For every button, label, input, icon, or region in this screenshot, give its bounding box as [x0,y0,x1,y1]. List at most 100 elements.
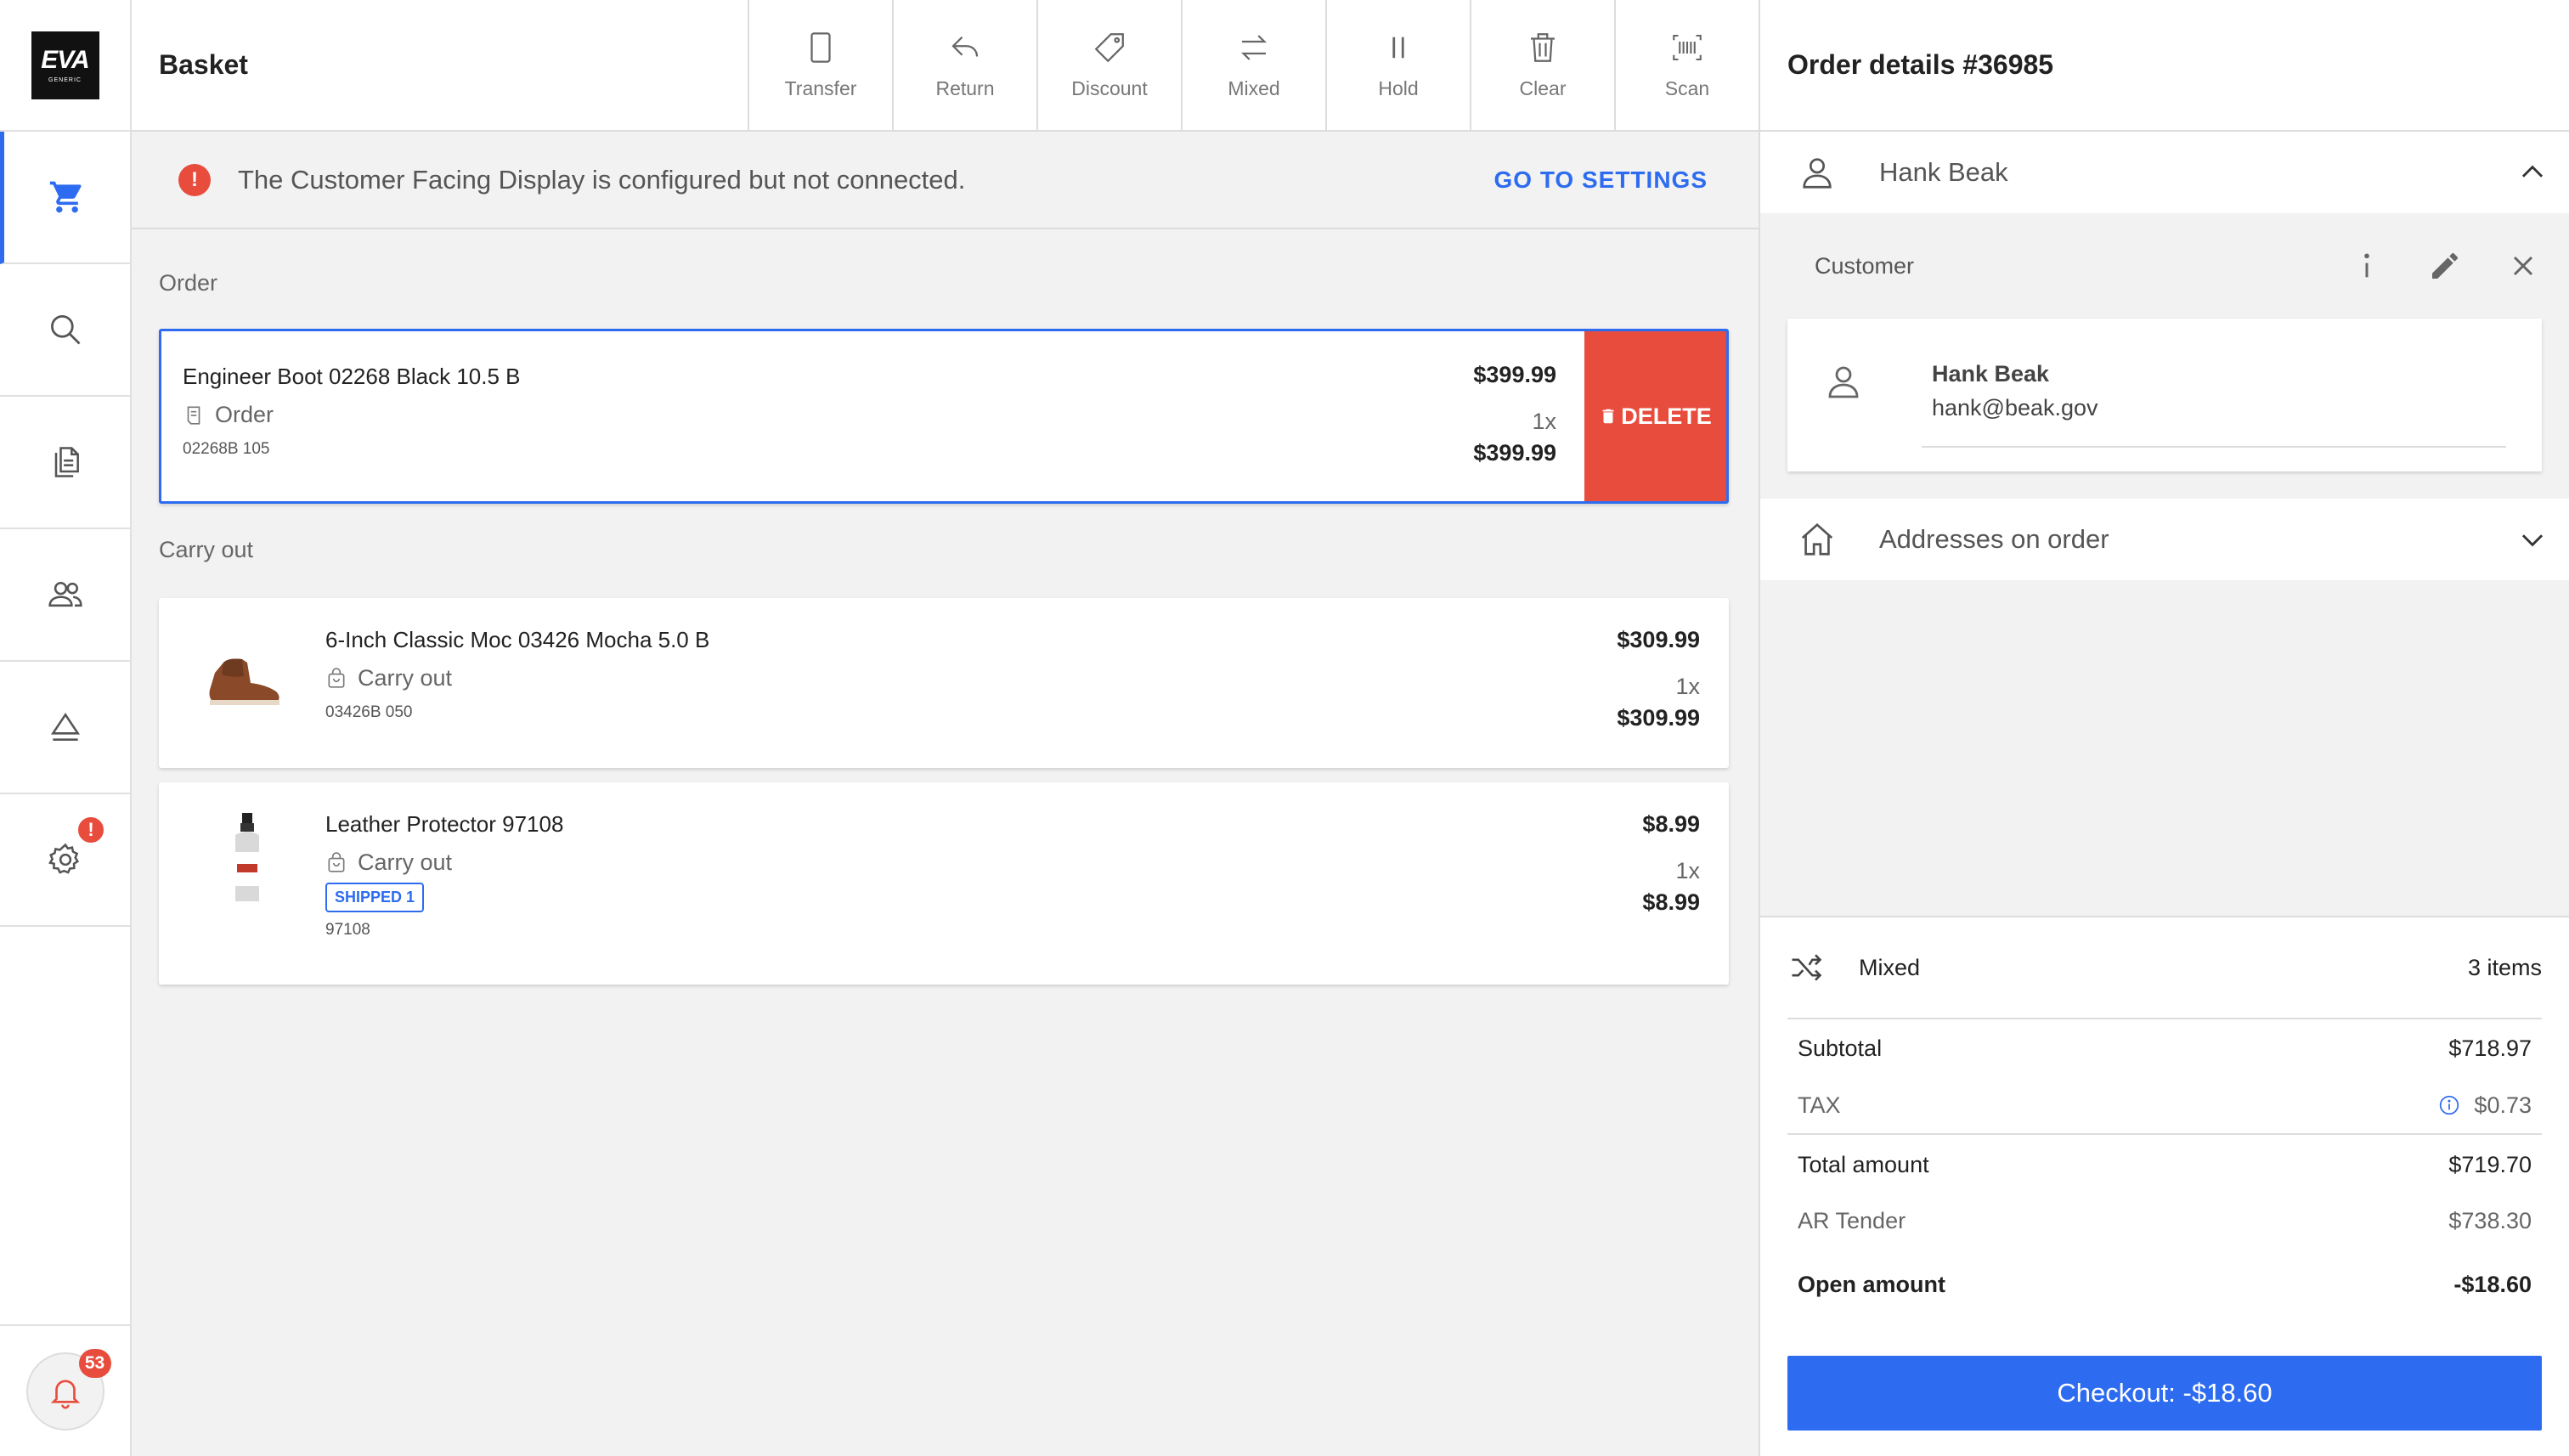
customer-card-email: hank@beak.gov [1932,395,2098,420]
total-row: Total amount $719.70 [1787,1135,2542,1194]
customer-name: Hank Beak [1879,157,2008,187]
boot-product-image [209,658,279,705]
receipt-icon [187,405,200,425]
tax-label: TAX [1798,1092,1841,1118]
order-summary: Mixed 3 items Subtotal $718.97 TAX $0.73… [1760,916,2569,1456]
quantity: 1x [1675,858,1700,883]
shipped-badge: SHIPPED 1 [325,883,425,912]
alert-icon: ! [178,163,211,196]
bag-icon [328,851,345,872]
scan-button[interactable]: Scan [1614,0,1759,130]
toolbar: Basket Transfer Return Discount Mixed Ho… [132,0,1759,132]
trash-icon [1531,33,1555,62]
go-to-settings-link[interactable]: GO TO SETTINGS [1493,166,1708,194]
edit-icon[interactable] [2428,249,2462,283]
cfd-alert-banner: ! The Customer Facing Display is configu… [132,132,1759,229]
chevron-down-icon [2521,534,2544,547]
item-prices: $8.99 1x $8.99 [1642,811,1700,916]
discount-button[interactable]: Discount [1036,0,1181,130]
nav-item-cart[interactable] [0,132,130,264]
item-sku: 02268B 105 [183,440,270,458]
customer-card[interactable]: Hank Beak hank@beak.gov [1787,319,2542,471]
alert-message: The Customer Facing Display is configure… [238,164,966,195]
return-button[interactable]: Return [892,0,1036,130]
page-title: Basket [159,49,248,80]
item-name: Engineer Boot 02268 Black 10.5 B [183,364,521,389]
order-details-title: Order details #36985 [1760,0,2569,132]
unit-price: $399.99 [1473,362,1556,387]
item-type-label: Carry out [358,665,453,691]
tax-value: $0.73 [2474,1092,2532,1118]
divider [1922,446,2506,448]
item-prices: $399.99 1x $399.99 [1473,362,1556,466]
carryout-line-item[interactable]: 6-Inch Classic Moc 03426 Mocha 5.0 B Car… [159,598,1729,768]
transfer-button[interactable]: Transfer [748,0,892,130]
delete-label: DELETE [1621,403,1712,429]
nav-item-eject[interactable] [0,662,130,794]
item-type-label: Order [215,402,274,427]
chevron-up-icon [2521,165,2544,178]
item-name: Leather Protector 97108 [325,811,564,837]
carryout-section-label: Carry out [159,537,254,562]
mixed-label: Mixed [1228,77,1280,99]
bag-icon [328,667,345,688]
hold-button[interactable]: Hold [1325,0,1470,130]
order-details-pane: Order details #36985 Hank Beak Customer … [1759,0,2569,1456]
clear-label: Clear [1519,77,1567,99]
addresses-accordion-header[interactable]: Addresses on order [1760,499,2569,580]
mixed-button[interactable]: Mixed [1181,0,1325,130]
info-icon[interactable] [2350,249,2384,283]
bell-icon [50,1380,80,1409]
notifications-cell: 53 [0,1324,130,1456]
discount-label: Discount [1071,77,1148,99]
open-amount-row: Open amount -$18.60 [1787,1247,2542,1322]
notifications-button[interactable]: 53 [25,1348,111,1431]
item-name: 6-Inch Classic Moc 03426 Mocha 5.0 B [325,627,710,652]
nav-item-search[interactable] [0,264,130,397]
cart-icon [49,181,82,213]
ar-tender-row: AR Tender $738.30 [1787,1194,2542,1247]
total-value: $719.70 [2448,1151,2532,1177]
customer-section-header: Customer [1760,213,2569,319]
transfer-label: Transfer [784,77,857,99]
item-type-label: Carry out [358,849,453,875]
unit-price: $8.99 [1642,811,1700,837]
order-type-row: Mixed 3 items [1787,917,2542,1019]
customer-card-name: Hank Beak [1932,361,2050,387]
barcode-icon [1673,34,1702,61]
documents-icon [54,447,79,477]
checkout-button[interactable]: Checkout: -$18.60 [1787,1356,2542,1431]
person-icon [1803,158,1832,189]
delete-button[interactable]: DELETE [1584,331,1726,501]
item-prices: $309.99 1x $309.99 [1617,627,1700,731]
nav-item-settings[interactable]: ! [0,794,130,927]
quantity: 1x [1675,674,1700,699]
notifications-count-badge: 53 [78,1348,111,1378]
pause-icon [1392,37,1404,59]
swap-icon [1241,35,1267,60]
line-total: $8.99 [1642,889,1700,915]
logo-subtext: GENERIC [48,76,82,83]
side-nav: EVA GENERIC ! 53 [0,0,132,1456]
order-line-item[interactable]: Engineer Boot 02268 Black 10.5 B Order 0… [159,329,1729,504]
close-icon[interactable] [2506,249,2540,283]
nav-item-documents[interactable] [0,397,130,529]
customer-accordion-header[interactable]: Hank Beak [1760,132,2569,213]
eject-icon [50,713,80,741]
nav-item-customers[interactable] [0,529,130,662]
clear-button[interactable]: Clear [1470,0,1614,130]
settings-alert-badge: ! [76,815,106,845]
return-label: Return [935,77,995,99]
settings-icon [48,843,79,874]
quantity: 1x [1532,409,1556,434]
logo-text: EVA [41,45,89,74]
info-circle-icon[interactable] [2438,1094,2460,1116]
subtotal-row: Subtotal $718.97 [1787,1019,2542,1077]
carryout-line-item[interactable]: Leather Protector 97108 Carry out SHIPPE… [159,782,1729,985]
open-amount-label: Open amount [1798,1271,1945,1297]
scan-label: Scan [1664,77,1710,99]
hold-label: Hold [1378,77,1419,99]
unit-price: $309.99 [1617,627,1700,652]
customer-section-label: Customer [1815,252,1915,279]
item-sku: 03426B 050 [325,703,413,721]
